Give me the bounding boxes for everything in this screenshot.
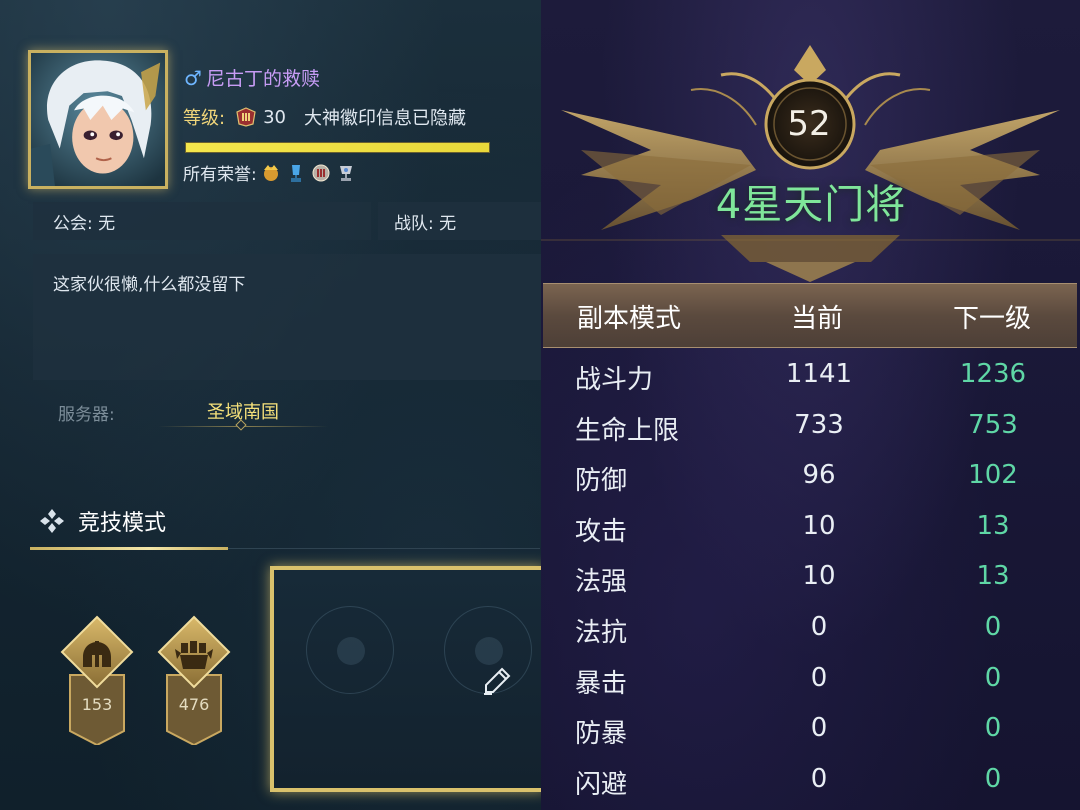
- active-tab-indicator: [30, 547, 228, 550]
- stat-next-level-value: 0: [984, 763, 1002, 794]
- level-value: 30: [263, 106, 286, 128]
- stat-current-value: 733: [794, 409, 844, 440]
- column-header-next-level: 下一级: [953, 304, 1032, 334]
- badge-status-text: 大神徽印信息已隐藏: [303, 108, 466, 129]
- honor-row[interactable]: 所有荣誉:: [183, 160, 357, 185]
- bio-text: 这家伙很懒,什么都没留下: [53, 275, 246, 295]
- stat-name: 法强: [575, 567, 628, 598]
- team-field: 战队: 无: [378, 202, 541, 240]
- stat-next-level-value: 0: [984, 662, 1002, 693]
- gold-crown-icon: [260, 161, 282, 185]
- server-label: 服务器:: [58, 405, 115, 425]
- blue-trophy-icon: [285, 161, 307, 185]
- stat-name: 战斗力: [575, 365, 654, 395]
- table-row: 战斗力 1141 1236: [541, 355, 1080, 399]
- stat-current-value: 0: [810, 713, 828, 744]
- level-row: 等级: 30 大神徽印信息已隐藏: [183, 104, 466, 130]
- team-text: 战队: 无: [394, 213, 457, 234]
- guild-field: 公会: 无: [33, 202, 371, 240]
- male-gender-icon: ♂: [184, 66, 202, 90]
- stats-table-header: 副本模式 当前 下一级: [543, 283, 1077, 348]
- table-row: 暴击 0 0: [541, 659, 1080, 703]
- stat-next-level-value: 1236: [959, 359, 1027, 389]
- table-row: 法抗 0 0: [541, 608, 1080, 652]
- guild-text: 公会: 无: [53, 213, 116, 234]
- stat-name: 法抗: [575, 618, 628, 648]
- stat-current-value: 96: [802, 460, 836, 491]
- honor-label: 所有荣誉:: [183, 165, 257, 185]
- medal-icon: [310, 161, 332, 185]
- showcase-slot-panel[interactable]: [270, 566, 541, 792]
- empty-slot-placeholder: [306, 606, 394, 694]
- table-row: 闪避 0 0: [541, 760, 1080, 804]
- stat-current-value: 10: [802, 561, 836, 592]
- winged-rank-emblem-icon: [541, 45, 1080, 282]
- tab-arena-mode[interactable]: 竞技模式: [38, 505, 166, 537]
- table-row: 生命上限 733 753: [541, 406, 1080, 450]
- stat-name: 生命上限: [575, 415, 680, 446]
- rank-level-number: 52: [787, 104, 831, 144]
- stat-name: 攻击: [575, 516, 628, 547]
- stat-current-value: 1141: [785, 359, 853, 389]
- stat-current-value: 0: [810, 763, 828, 794]
- table-row: 防御 96 102: [541, 456, 1080, 500]
- stat-next-level-value: 0: [984, 713, 1002, 744]
- profile-panel: ♂ 尼古丁的救赎 等级: 30 大神徽印信息已隐藏 所有荣誉: 公会: 无 战队…: [0, 0, 541, 810]
- stat-name: 防御: [575, 466, 628, 497]
- stat-name: 暴击: [575, 668, 628, 699]
- rank-stats-panel: 52 4星天门将 副本模式 当前 下一级 战斗力 1141 1236 生命上限 733 7…: [541, 0, 1080, 810]
- server-value: 圣域南国: [207, 402, 279, 423]
- experience-bar-fill: [186, 143, 489, 152]
- fist-badge-icon: [157, 615, 231, 745]
- stat-current-value: 0: [810, 662, 828, 693]
- bio-box: 这家伙很懒,什么都没留下: [33, 254, 541, 380]
- player-name: ♂ 尼古丁的救赎: [184, 64, 320, 91]
- experience-bar: [185, 142, 490, 153]
- avatar[interactable]: [28, 50, 168, 189]
- rank-emblem: [541, 0, 1080, 290]
- pencil-edit-icon[interactable]: [482, 666, 512, 696]
- helmet-badge-value: 153: [81, 695, 113, 714]
- diamond-cluster-icon: [38, 507, 66, 535]
- stat-current-value: 0: [810, 612, 828, 642]
- level-badge-icon: [235, 107, 257, 127]
- section-title-text: 竞技模式: [78, 511, 167, 536]
- fist-badge-value: 476: [178, 695, 210, 714]
- stat-next-level-value: 13: [976, 510, 1010, 541]
- table-row: 法强 10 13: [541, 557, 1080, 601]
- stat-name: 防暴: [575, 719, 628, 750]
- stat-next-level-value: 13: [976, 561, 1010, 592]
- helmet-badge[interactable]: 153: [58, 615, 136, 745]
- stat-name: 闪避: [575, 769, 628, 800]
- table-row: 防暴 0 0: [541, 709, 1080, 753]
- fist-badge[interactable]: 476: [155, 615, 233, 745]
- helmet-badge-icon: [60, 615, 134, 745]
- column-header-mode: 副本模式: [577, 304, 682, 334]
- stat-current-value: 10: [802, 510, 836, 541]
- player-name-text: 尼古丁的救赎: [205, 68, 320, 90]
- stat-next-level-value: 102: [968, 460, 1018, 491]
- table-row: 攻击 10 13: [541, 507, 1080, 551]
- rank-title: 4星天门将: [715, 182, 907, 228]
- stat-next-level-value: 0: [984, 612, 1002, 642]
- level-label: 等级:: [183, 108, 226, 129]
- column-header-current: 当前: [791, 304, 844, 334]
- stat-next-level-value: 753: [968, 409, 1018, 440]
- hero-portrait-image: [31, 53, 165, 186]
- cup-icon: [335, 161, 357, 185]
